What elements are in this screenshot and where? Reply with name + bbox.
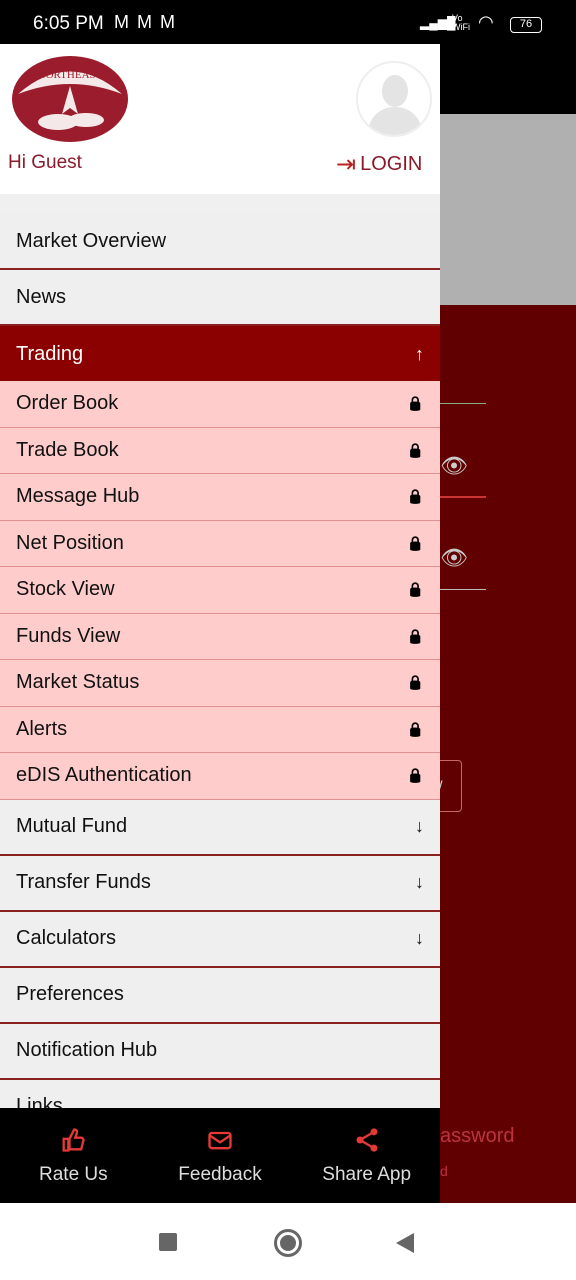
lock-icon: 🔒	[406, 581, 424, 598]
menu-item-label: Net Position	[16, 531, 124, 554]
menu-item-notification-hub[interactable]: Notification Hub	[0, 1023, 440, 1080]
footer-label: Feedback	[178, 1163, 262, 1185]
menu-item-label: Alerts	[16, 717, 68, 740]
menu-item-label: Funds View	[16, 624, 121, 647]
wifi-icon: ◠	[478, 12, 494, 32]
status-time: 6:05 PM	[33, 13, 104, 34]
lock-icon: 🔒	[406, 720, 424, 737]
northeast-logo: NORTHEAST	[12, 56, 128, 142]
system-nav-bar	[0, 1203, 576, 1280]
submenu-item-stock-view[interactable]: Stock View 🔒	[0, 567, 440, 614]
lock-icon: 🔒	[406, 395, 424, 412]
arrow-up-icon: ↑	[415, 343, 424, 364]
home-button[interactable]	[274, 1229, 302, 1257]
share-icon	[356, 1127, 378, 1152]
menu-item-mutual-fund[interactable]: Mutual Fund ↓	[0, 799, 440, 856]
avatar[interactable]	[356, 61, 432, 137]
menu-item-label: Message Hub	[16, 485, 140, 508]
eye-icon[interactable]: 👁	[440, 453, 468, 479]
lock-icon: 🔒	[406, 627, 424, 644]
submenu-item-net-position[interactable]: Net Position 🔒	[0, 520, 440, 567]
submenu-item-alerts[interactable]: Alerts 🔒	[0, 706, 440, 753]
menu-item-transfer-funds[interactable]: Transfer Funds ↓	[0, 855, 440, 912]
arrow-down-icon: ↓	[415, 872, 424, 892]
menu-item-preferences[interactable]: Preferences	[0, 967, 440, 1024]
drawer-footer: Rate Us Feedback Share App	[0, 1108, 440, 1203]
feedback-button[interactable]: Feedback	[147, 1108, 294, 1203]
submenu-item-trade-book[interactable]: Trade Book 🔒	[0, 427, 440, 474]
menu-item-label: Preferences	[16, 983, 124, 1005]
menu-item-label: Market Overview	[16, 229, 167, 252]
menu-item-label: eDIS Authentication	[16, 764, 192, 787]
battery-icon: 76	[510, 17, 542, 33]
login-button[interactable]: ⇥ LOGIN	[336, 150, 422, 179]
submenu-item-order-book[interactable]: Order Book 🔒	[0, 381, 440, 428]
share-app-button[interactable]: Share App	[293, 1108, 440, 1203]
login-form-background: 👁 👁 w assword d	[430, 305, 576, 1203]
rate-us-button[interactable]: Rate Us	[0, 1108, 147, 1203]
vowifi-icon: Vo WiFi	[452, 13, 470, 32]
arrow-down-icon: ↓	[415, 928, 424, 948]
drawer-header: NORTHEAST Hi Guest ⇥ LOGIN	[0, 44, 440, 194]
gmail-icon: MMM	[114, 12, 183, 32]
menu-item-label: Calculators	[16, 927, 117, 949]
menu-item-label: Mutual Fund	[16, 815, 128, 837]
lock-icon: 🔒	[406, 488, 424, 505]
back-button[interactable]	[396, 1233, 414, 1253]
menu-item-label: Notification Hub	[16, 1039, 158, 1061]
submenu-item-market-status[interactable]: Market Status 🔒	[0, 660, 440, 707]
submenu-item-message-hub[interactable]: Message Hub 🔒	[0, 474, 440, 521]
svg-text:NORTHEAST: NORTHEAST	[38, 69, 103, 81]
eye-icon[interactable]: 👁	[440, 545, 468, 571]
app-toolbar	[440, 44, 576, 114]
arrow-down-icon: ↓	[415, 816, 424, 836]
menu-item-label: Trade Book	[16, 438, 119, 461]
lock-icon: 🔒	[406, 441, 424, 458]
menu-item-label: Trading	[16, 342, 84, 365]
menu-item-trading[interactable]: Trading ↑	[0, 326, 440, 382]
menu-item-market-overview[interactable]: Market Overview	[0, 214, 440, 270]
lock-icon: 🔒	[406, 767, 424, 784]
signal-icon: ▂▄▆█	[420, 16, 456, 30]
footer-label: Share App	[322, 1163, 412, 1185]
menu-item-label: Stock View	[16, 578, 115, 601]
lock-icon: 🔒	[406, 534, 424, 551]
menu-item-label: News	[16, 285, 67, 308]
lock-icon: 🔒	[406, 674, 424, 691]
footer-label: Rate Us	[39, 1163, 108, 1185]
menu-item-label: Transfer Funds	[16, 871, 151, 893]
menu-item-news[interactable]: News	[0, 270, 440, 326]
banner	[440, 114, 576, 305]
submenu-item-edis-authentication[interactable]: eDIS Authentication 🔒	[0, 753, 440, 800]
status-bar: 6:05 PM MMM ▂▄▆█ Vo WiFi ◠ 76	[0, 0, 576, 44]
thumbs-up-icon	[62, 1127, 85, 1152]
greeting-text: Hi Guest	[8, 152, 82, 173]
navigation-drawer: NORTHEAST Hi Guest ⇥ LOGIN Market Overvi…	[0, 44, 440, 1203]
menu-item-label: Market Status	[16, 671, 140, 694]
submenu-item-funds-view[interactable]: Funds View 🔒	[0, 613, 440, 660]
menu-item-label: Order Book	[16, 392, 119, 415]
mail-icon	[208, 1131, 232, 1149]
menu-item-calculators[interactable]: Calculators ↓	[0, 911, 440, 968]
login-icon: ⇥	[336, 151, 357, 178]
recents-button[interactable]	[159, 1233, 177, 1251]
forgot-password-link[interactable]: assword	[440, 1125, 514, 1148]
